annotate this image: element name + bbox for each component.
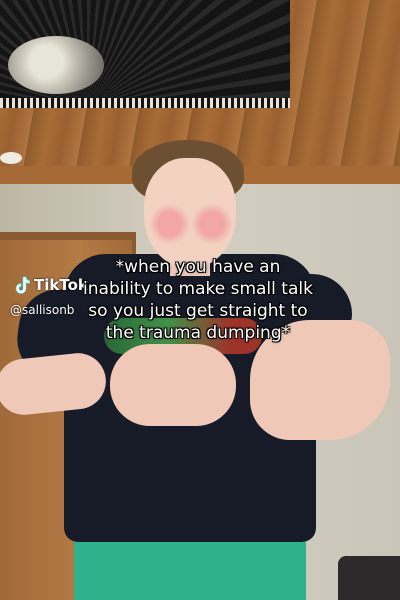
video-frame: TikTok @sallisonb *when you have an inab… — [0, 0, 400, 600]
tiktok-logo-icon — [14, 276, 30, 294]
caption-line: *when you have an — [115, 257, 281, 277]
caption-line: the trauma dumping* — [105, 323, 291, 343]
face — [144, 158, 236, 268]
caption-line: inability to make small talk — [83, 279, 313, 299]
caption-text: *when you have an inability to make smal… — [48, 256, 348, 344]
caption-line: so you just get straight to — [88, 301, 308, 321]
hands — [110, 344, 236, 426]
